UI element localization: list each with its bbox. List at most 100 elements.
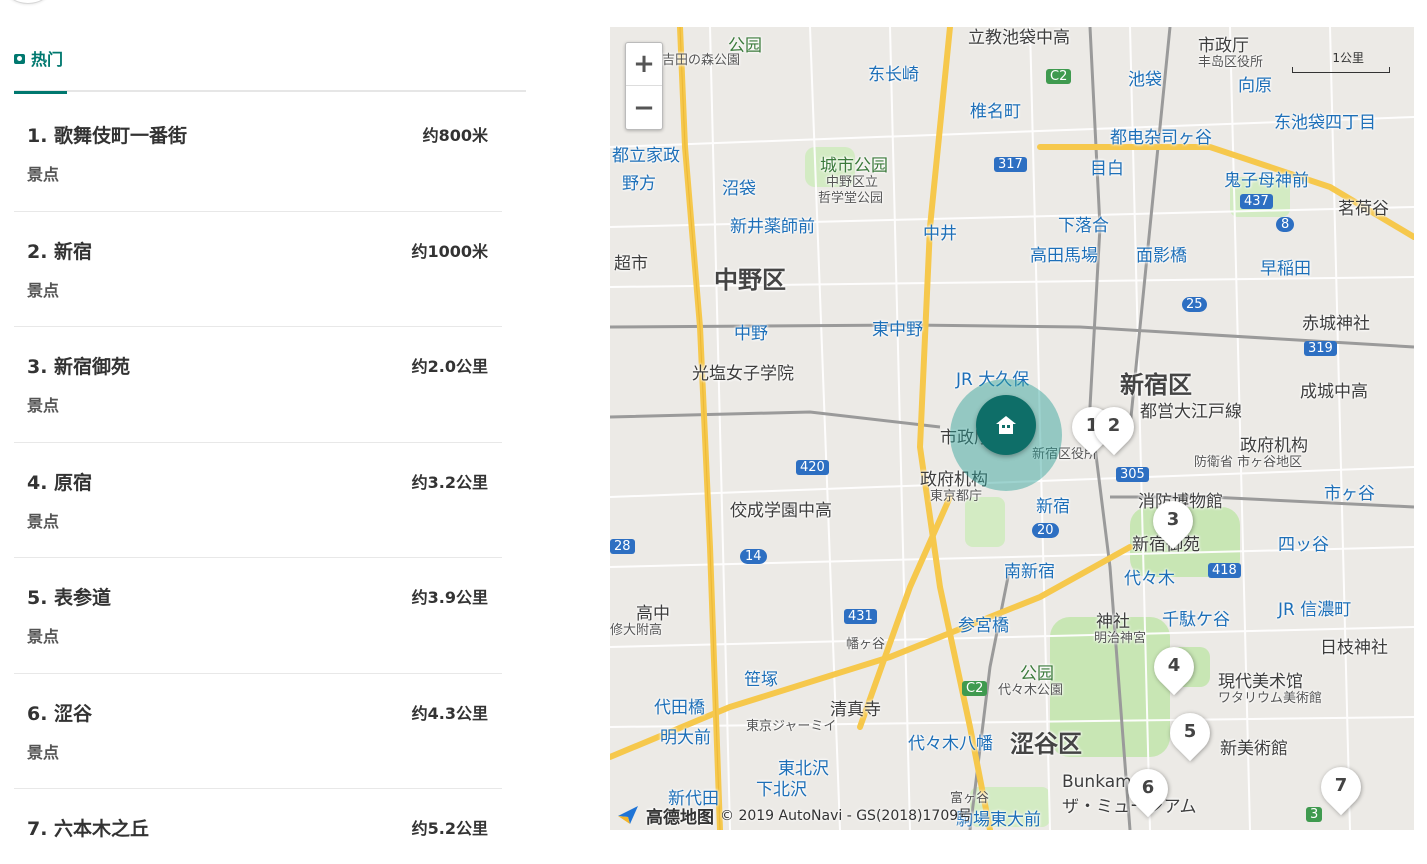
station-label: 下落合 (1058, 216, 1109, 236)
list-item[interactable]: 4. 原宿 约3.2公里 景点 (14, 443, 502, 558)
route-badge: 305 (1116, 467, 1149, 482)
station-label: 千駄ケ谷 (1162, 610, 1230, 630)
marker-number: 7 (1334, 775, 1348, 796)
place-label: 丰岛区役所 (1198, 55, 1264, 70)
route-badge: 319 (1304, 341, 1337, 356)
marker-number: 6 (1141, 777, 1155, 798)
poi-distance: 约3.2公里 (411, 472, 488, 492)
ward-label: 中野区 (714, 266, 786, 294)
scale-label: 1公里 (1332, 51, 1364, 65)
place-label: 茗荷谷 (1338, 199, 1389, 219)
place-label: 代々木公園 (998, 683, 1064, 698)
zoom-control: + − (625, 42, 663, 130)
station-label: 代田橋 (654, 698, 705, 718)
poi-marker[interactable]: 5 (1161, 704, 1219, 762)
route-badge: 20 (1032, 523, 1059, 538)
station-label: 下北沢 (756, 780, 807, 800)
list-item[interactable]: 2. 新宿 约1000米 景点 (14, 212, 502, 327)
station-label: 新宿 (1036, 497, 1070, 517)
route-badge: 317 (994, 157, 1027, 172)
poi-distance: 约2.0公里 (411, 357, 488, 376)
list-item[interactable]: 5. 表参道 约3.9公里 景点 (14, 558, 502, 674)
poi-title: 4. 原宿 (27, 471, 93, 494)
map-scale: 1公里 (1292, 49, 1390, 73)
place-label: 立教池袋中高 (968, 28, 1070, 48)
station-label: 向原 (1238, 76, 1272, 96)
route-badge: C2 (1046, 69, 1072, 84)
station-label: 目白 (1090, 159, 1124, 179)
place-label: 日枝神社 (1320, 638, 1388, 658)
map-copyright: © 2019 AutoNavi - GS(2018)1709号 (720, 808, 973, 824)
place-label: 修大附高 (610, 623, 663, 638)
category-tabbar: 热门 (14, 38, 526, 94)
station-label: 早稲田 (1260, 259, 1311, 279)
station-label: 东池袋四丁目 (1274, 113, 1376, 133)
place-label: 光塩女子学院 (692, 364, 794, 384)
list-item[interactable]: 1. 歌舞伎町一番街 约800米 景点 (14, 96, 502, 212)
zoom-in-button[interactable]: + (626, 43, 662, 86)
home-icon (996, 416, 1016, 434)
place-label: ワタリウム美術館 (1218, 691, 1323, 706)
place-label: 超市 (614, 254, 648, 274)
camera-icon (14, 54, 25, 64)
station-label: 市ヶ谷 (1324, 484, 1375, 504)
poi-category: 景点 (27, 511, 60, 531)
poi-title: 6. 涩谷 (27, 702, 93, 725)
station-label: 椎名町 (970, 102, 1021, 122)
tab-hot-label: 热门 (31, 50, 64, 69)
poi-marker[interactable]: 2 (1085, 398, 1143, 456)
map-logo-text: 高德地图 (646, 807, 714, 828)
station-label: 都立家政 (612, 146, 680, 166)
poi-distance: 约4.3公里 (411, 703, 488, 723)
poi-category: 景点 (27, 280, 60, 300)
station-label: 代々木 (1124, 569, 1175, 589)
poi-title: 7. 六本木之丘 (27, 818, 150, 840)
station-label: 面影橋 (1136, 246, 1187, 266)
zoom-out-button[interactable]: − (626, 86, 662, 129)
route-badge: 14 (740, 549, 767, 564)
marker-number: 5 (1183, 721, 1197, 742)
place-label: 吉田の森公園 (662, 53, 741, 68)
poi-category: 景点 (27, 165, 60, 184)
poi-distance: 约3.9公里 (411, 588, 488, 607)
list-item[interactable]: 3. 新宿御苑 约2.0公里 景点 (14, 327, 502, 443)
poi-title: 3. 新宿御苑 (27, 356, 131, 378)
route-badge: 418 (1208, 563, 1241, 578)
station-label: 高田馬場 (1030, 246, 1098, 266)
station-label: 明大前 (660, 728, 711, 748)
route-badge: 25 (1182, 297, 1207, 312)
station-label: 中野 (734, 324, 768, 344)
poi-marker[interactable]: 3 (1144, 492, 1202, 550)
station-label: 野方 (622, 174, 656, 194)
station-label: 都电杂司ヶ谷 (1110, 128, 1212, 148)
list-item[interactable]: 7. 六本木之丘 约5.2公里 (14, 789, 502, 864)
poi-title: 5. 表参道 (27, 587, 112, 609)
place-label: 明治神宮 (1094, 631, 1147, 646)
map-view[interactable]: + − 1公里 中野区 新宿区 涩谷区 立教池袋中高 市政厅 丰岛区役所 东长崎… (610, 27, 1414, 830)
place-label: 佼成学園中高 (730, 501, 832, 521)
home-marker[interactable] (976, 395, 1036, 455)
station-label: 鬼子母神前 (1224, 171, 1309, 191)
marker-number: 4 (1167, 655, 1181, 676)
station-label: 东长崎 (868, 65, 919, 85)
place-label: 幡ヶ谷 (846, 637, 886, 652)
station-label: 四ッ谷 (1278, 535, 1329, 555)
poi-list: 1. 歌舞伎町一番街 约800米 景点 2. 新宿 约1000米 景点 3. 新… (14, 96, 502, 864)
route-badge: 420 (796, 460, 829, 475)
poi-panel: 热门 1. 歌舞伎町一番街 约800米 景点 2. 新宿 约1000米 景点 3… (0, 0, 540, 864)
tab-hot[interactable]: 热门 (14, 38, 68, 94)
route-badge: 8 (1276, 217, 1295, 232)
place-label: 新美術館 (1220, 739, 1288, 759)
ward-label: 涩谷区 (1010, 730, 1082, 758)
route-badge: C2 (962, 681, 988, 696)
list-item[interactable]: 6. 涩谷 约4.3公里 景点 (14, 674, 502, 789)
poi-marker[interactable]: 4 (1145, 638, 1203, 696)
poi-category: 景点 (27, 627, 60, 646)
route-badge: 431 (844, 609, 877, 624)
ward-label: 新宿区 (1120, 371, 1192, 399)
place-label: 清真寺 (830, 700, 881, 720)
place-label: 防衛省 市ヶ谷地区 (1194, 455, 1303, 470)
marker-number: 2 (1107, 415, 1121, 436)
station-label: 南新宿 (1004, 562, 1055, 582)
marker-number: 3 (1166, 509, 1180, 530)
